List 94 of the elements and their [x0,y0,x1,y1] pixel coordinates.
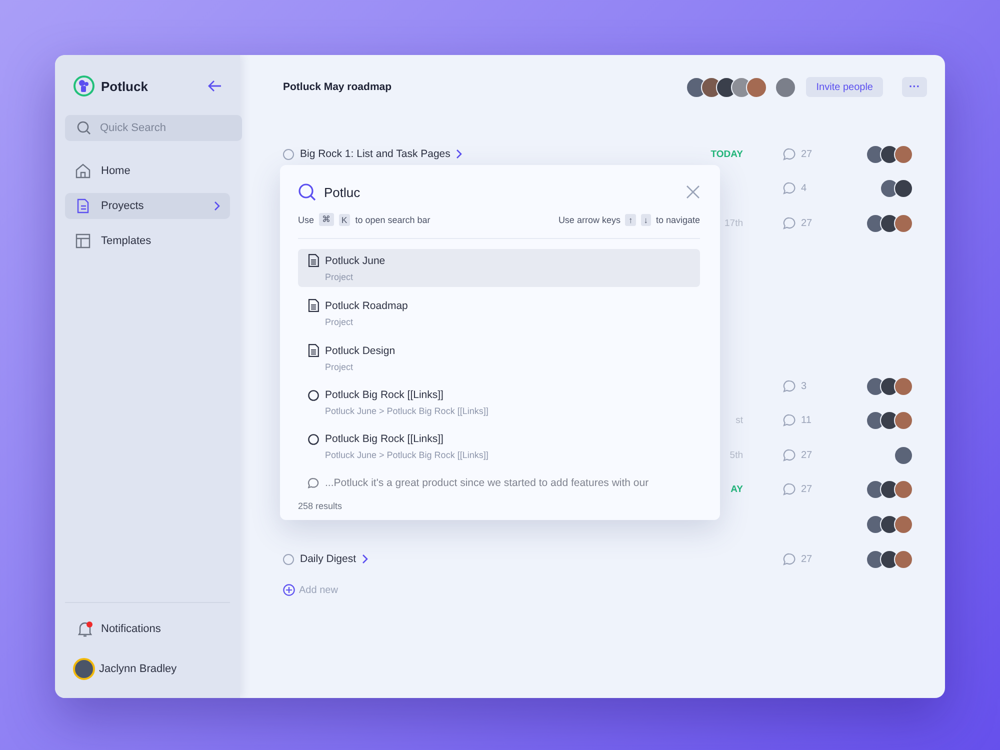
due-date: st [736,415,743,426]
task-title[interactable]: Big Rock 1: List and Task Pages [300,148,450,160]
result-subtitle: Potluck June > Potluck Big Rock [[Links]] [324,406,490,416]
logo-icon [73,75,95,97]
result-title: ...Potluck it's a great product since we started to add features with our [325,477,649,489]
assignee-avatar [894,514,913,534]
assignee-avatar [866,411,885,430]
invite-people-button[interactable]: Invite people [806,77,883,97]
page-title: Potluck May roadmap [283,81,392,93]
comment-count: 27 [801,218,812,229]
hint-text: Use arrow keys [558,214,620,224]
assignee-avatar [894,144,913,164]
result-title: Potluck Roadmap [325,300,408,312]
due-date: AY [730,484,743,496]
brand-name: Potluck [101,78,148,94]
task-checkbox[interactable] [283,554,294,565]
layout-icon [75,233,91,249]
comment-count: 27 [801,554,812,565]
assignee-avatar [894,550,913,569]
result-count: 258 results [298,501,344,511]
document-icon [308,254,319,267]
document-icon [308,344,319,357]
notifications-item[interactable]: Notifications [65,619,230,639]
assignee-avatar [866,144,885,164]
comment-count: 27 [801,148,812,160]
user-name: Jaclynn Bradley [99,663,177,675]
search-result[interactable]: ...Potluck it's a great product since we started to add features with our [298,472,700,494]
comment-icon [783,182,796,196]
search-input[interactable]: Potluc [322,184,680,200]
circle-icon [308,434,319,444]
document-icon [308,299,319,312]
nav-item[interactable]: Proyects [65,193,230,219]
circle-icon [308,390,319,400]
due-date: 17th [724,218,743,229]
result-title: Potluck Big Rock [[Links]] [325,433,444,445]
document-icon [75,198,91,214]
search-result[interactable]: Potluck June Project [298,249,700,287]
member-avatar [746,76,768,98]
assignee-avatar [866,514,885,534]
comment-icon [783,414,796,428]
comment-icon [783,216,796,230]
result-subtitle: Project [324,362,354,372]
search-icon [298,183,316,201]
assignee-avatar [894,214,913,233]
key-cap: ↑ [625,214,636,226]
assignee-avatar [894,446,913,465]
comment-count: 3 [801,380,807,392]
more-options-button[interactable]: ··· [902,77,927,97]
result-subtitle: Project [324,272,354,282]
key-cap: K [338,214,350,226]
hint-text: Use [298,214,314,224]
due-date: TODAY [710,148,743,160]
key-cap: ⌘ [319,213,334,226]
close-icon[interactable] [686,185,700,199]
assignee-avatar [894,179,913,198]
assignee-avatar [894,376,913,396]
hint-text: to navigate [656,214,700,224]
comment-icon [783,483,796,496]
member-avatar [775,76,796,98]
search-result[interactable]: Potluck Roadmap Project [298,294,700,332]
search-result[interactable]: Potluck Design Project [298,339,700,377]
search-icon [77,121,91,135]
comment-count: 4 [801,183,807,194]
assignee-avatar [866,376,885,396]
user-avatar[interactable] [73,658,95,680]
search-result[interactable]: Potluck Big Rock [[Links]] Potluck June > Potluck Big Rock [[Links]] [298,428,700,465]
result-title: Potluck Design [325,344,396,356]
search-result[interactable]: Potluck Big Rock [[Links]] Potluck June > Potluck Big Rock [[Links]] [298,384,700,421]
due-date: 5th [730,450,743,461]
comment-icon [783,552,796,566]
home-icon [75,163,91,179]
hint-text: to open search bar [355,214,430,224]
result-title: Potluck June [325,254,386,266]
back-arrow-icon[interactable] [208,80,222,92]
comment-icon [783,148,796,161]
comment-icon [308,478,319,488]
comment-count: 27 [801,450,812,461]
quick-search-field[interactable]: Quick Search [65,115,242,141]
assignee-avatar [894,480,913,500]
result-title: Potluck Big Rock [[Links]] [325,389,444,401]
comment-icon [783,448,796,462]
comment-count: 11 [801,415,812,426]
comment-count: 27 [801,484,812,496]
result-subtitle: Project [324,317,354,327]
comment-icon [783,380,796,393]
nav-item[interactable]: Templates [65,228,230,254]
nav-item[interactable]: Home [65,158,230,184]
task-title[interactable]: Daily Digest [300,553,356,566]
assignee-avatar [866,480,885,500]
assignee-avatar [894,411,913,430]
plus-circle-icon [283,584,295,596]
result-subtitle: Potluck June > Potluck Big Rock [[Links]] [324,450,490,460]
key-cap: ↓ [640,214,651,226]
task-checkbox[interactable] [283,148,294,160]
